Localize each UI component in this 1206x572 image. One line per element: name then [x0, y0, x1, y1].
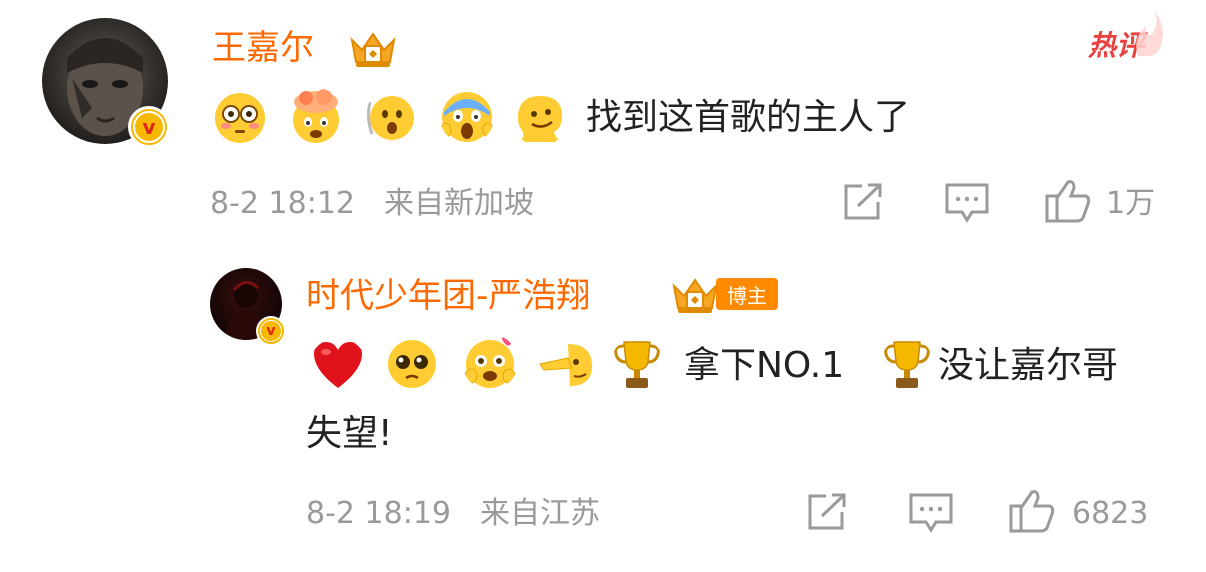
flushed-face-icon	[215, 93, 265, 143]
comment-source: 来自新加坡	[384, 186, 534, 221]
smiling-face-with-hearts-eyes-icon	[464, 336, 516, 388]
like-count: 6823	[1072, 496, 1149, 531]
like-count: 1万	[1106, 186, 1156, 221]
trophy-icon	[884, 341, 930, 388]
comment-2: v 时代少年团-严浩翔 博主 拿下NO.1 没让嘉尔哥 失望! 8-2 18:1…	[0, 240, 1206, 572]
share-icon[interactable]	[806, 492, 850, 532]
crown-badge-icon	[672, 278, 718, 313]
comment-icon[interactable]	[908, 492, 954, 534]
verified-badge-icon: v	[256, 316, 286, 346]
comment-time: 8-2 18:19	[306, 496, 451, 531]
verified-badge-icon: v	[128, 106, 170, 148]
pleading-face-icon	[388, 340, 436, 388]
comment-icon[interactable]	[944, 182, 990, 224]
comment-text: 找到这首歌的主人了	[586, 97, 911, 138]
flame-icon	[1136, 10, 1163, 56]
comment-text-line-2: 失望!	[306, 413, 393, 454]
comment-1: v 王嘉尔 热评 找到这首歌的主人了 8-2 18:12 来自新加坡 1万	[0, 0, 1206, 240]
comment-text-part-a: 拿下NO.1	[684, 345, 845, 386]
trophy-icon	[614, 341, 660, 388]
blogger-tag: 博主	[716, 278, 778, 310]
crown-badge-icon	[350, 32, 396, 67]
exploding-head-icon	[293, 89, 339, 143]
comment-source: 来自江苏	[480, 496, 600, 531]
comment-time: 8-2 18:12	[210, 186, 355, 221]
astonished-face-icon	[366, 96, 414, 140]
like-icon[interactable]	[1008, 486, 1056, 534]
screaming-face-icon	[440, 92, 494, 142]
share-icon[interactable]	[842, 182, 886, 222]
pointing-face-icon	[539, 344, 592, 386]
like-icon[interactable]	[1044, 176, 1092, 224]
username[interactable]: 王嘉尔	[212, 24, 314, 72]
comment-text-part-b: 没让嘉尔哥	[938, 345, 1119, 386]
username[interactable]: 时代少年团-严浩翔	[306, 272, 590, 320]
red-heart-icon	[314, 342, 362, 388]
melting-face-icon	[518, 96, 564, 142]
